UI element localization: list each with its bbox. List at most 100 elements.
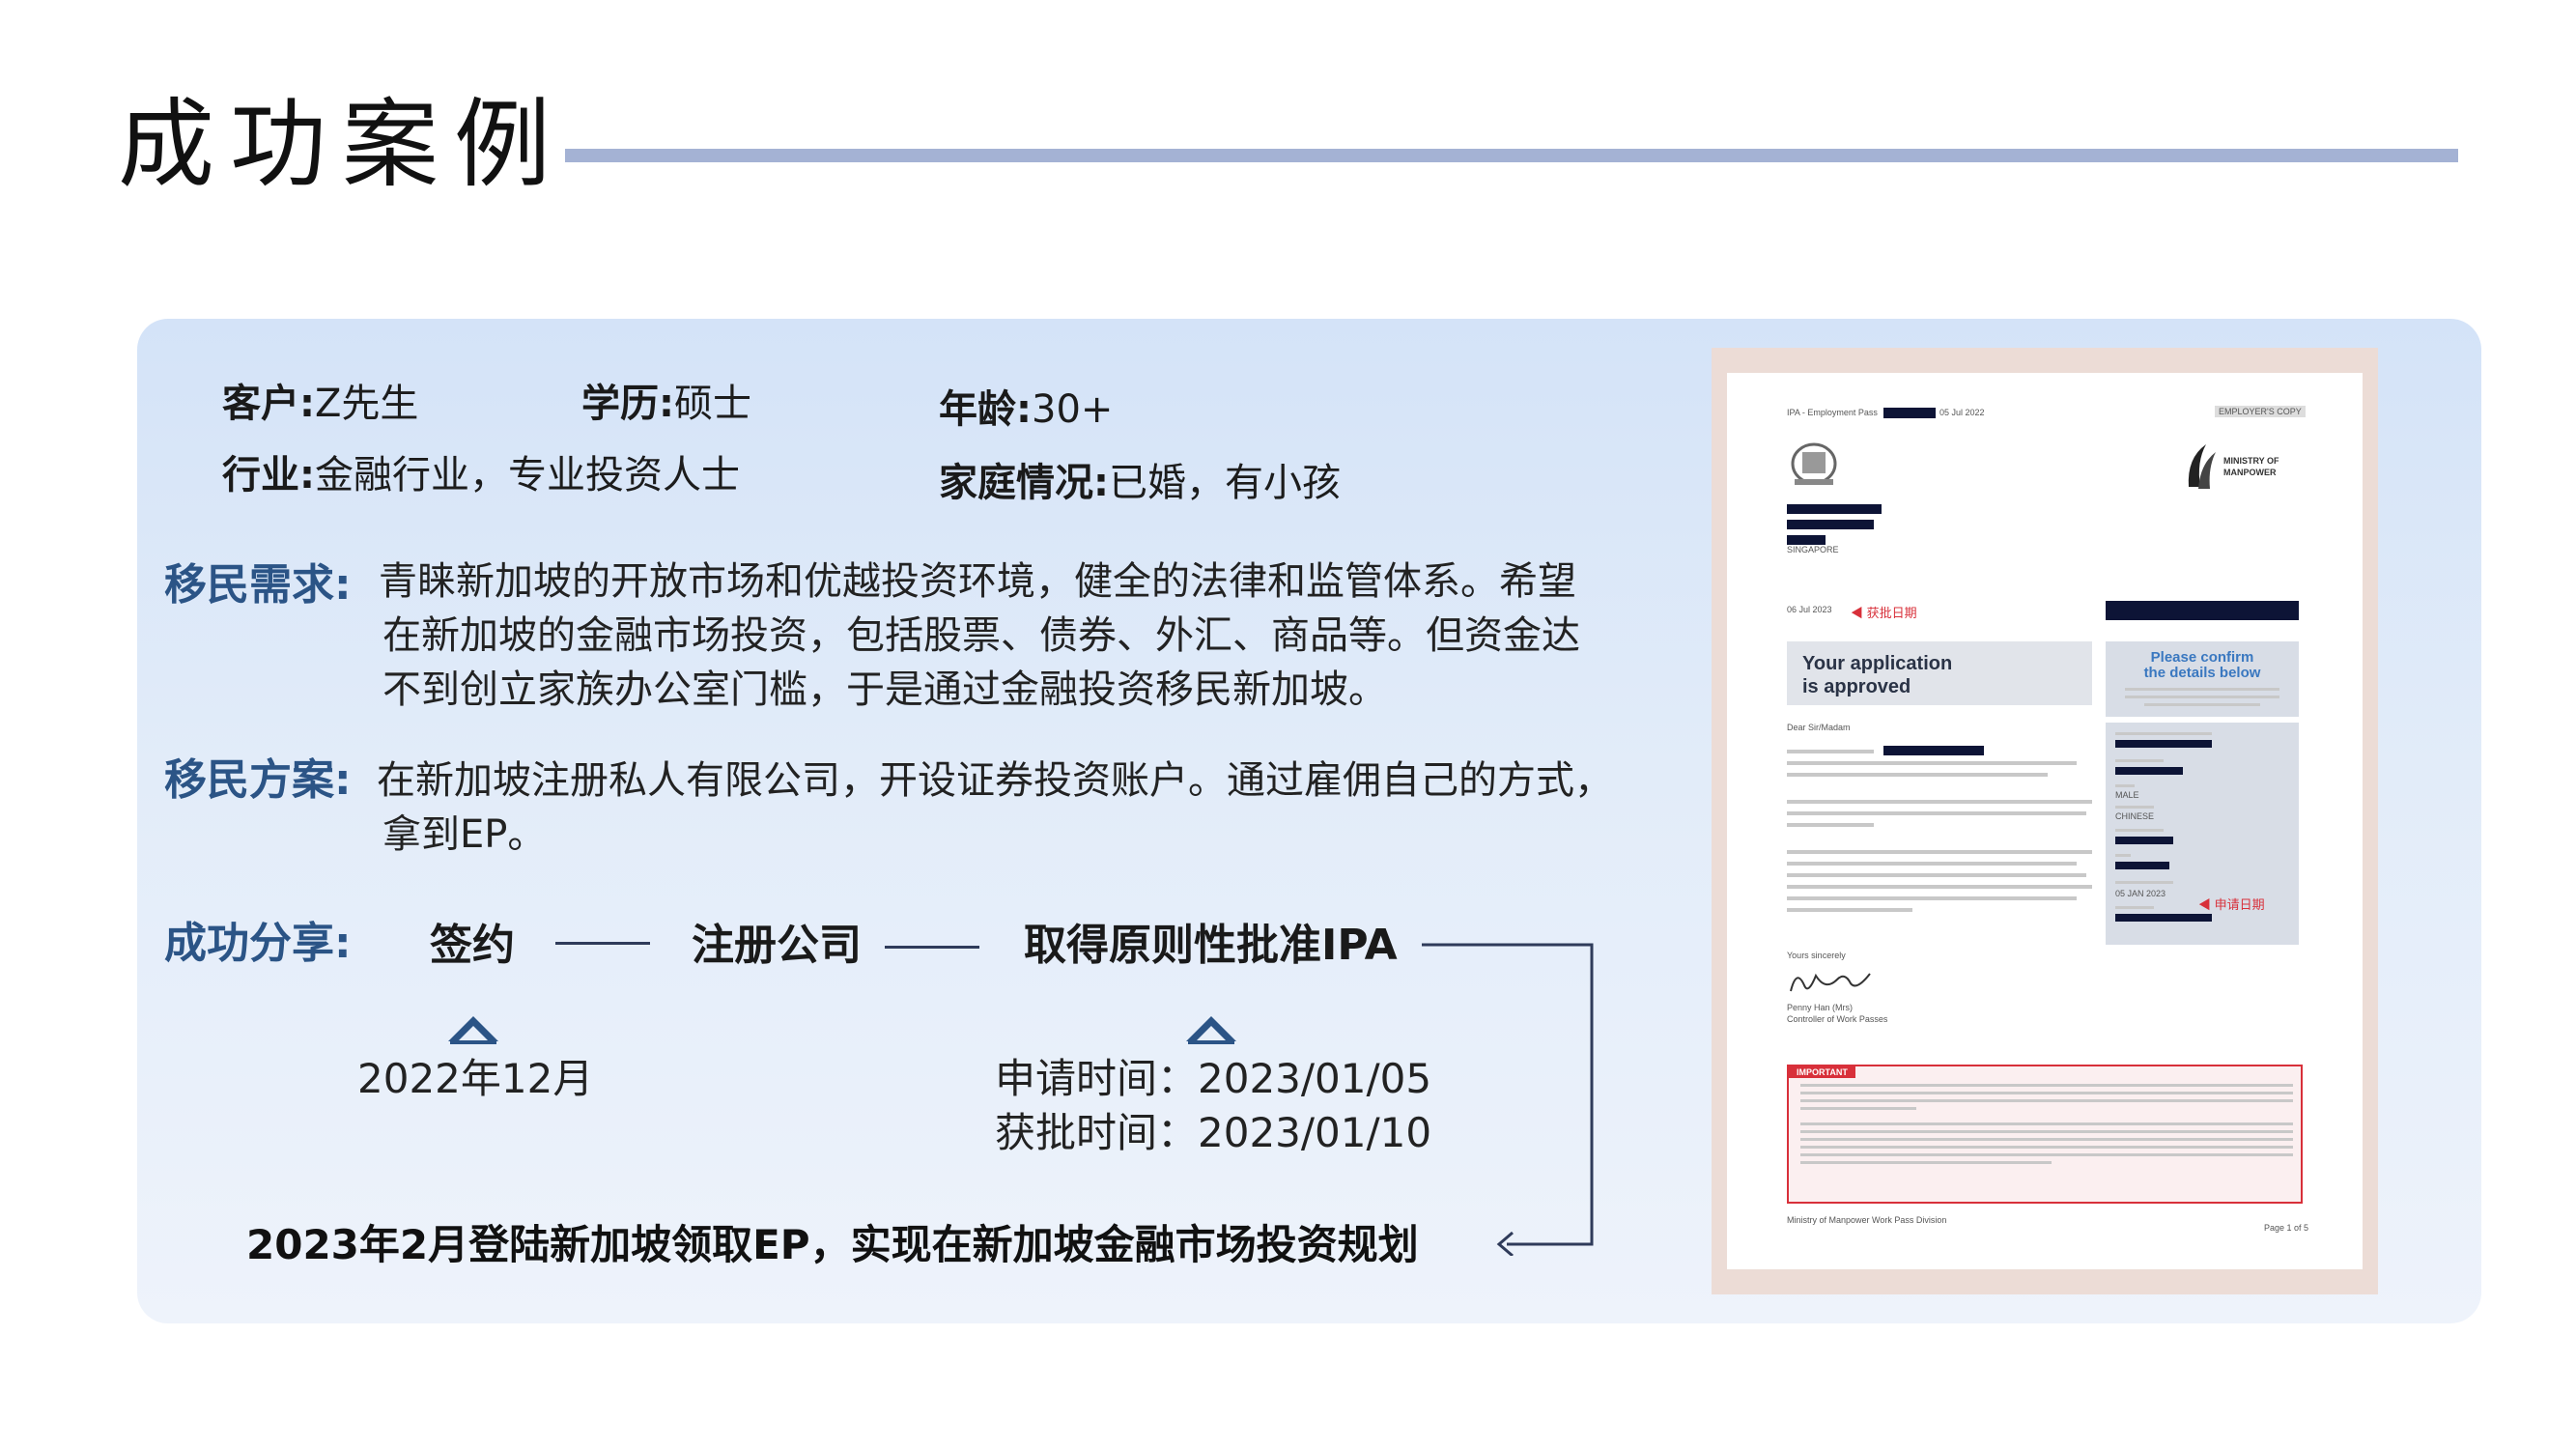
text-line (2115, 806, 2154, 809)
text-line (2125, 696, 2279, 698)
family-label: 家庭情况: (939, 461, 1109, 505)
copy-tag: EMPLOYER'S COPY (2215, 406, 2306, 417)
doc-footer-right: Page 1 of 5 (2264, 1223, 2309, 1233)
doc-header-text: IPA - Employment Pass (1787, 408, 1878, 417)
plan-line: 拿到EP。 (382, 812, 547, 857)
customer-label: 客户: (222, 382, 315, 426)
signature-icon (1790, 973, 1871, 992)
family-field: 家庭情况:已婚，有小孩 (939, 464, 1341, 502)
nationality-value: CHINESE (2115, 811, 2155, 821)
doc-header-date: 05 Jul 2022 (1939, 408, 1985, 417)
ministry-line1: MINISTRY OF (2223, 456, 2279, 466)
text-line (1800, 1138, 2293, 1141)
age-field: 年龄:30+ (939, 390, 1113, 429)
age-label: 年龄: (939, 387, 1032, 432)
ministry-line2: MANPOWER (2223, 468, 2277, 477)
text-line (1787, 850, 2092, 854)
redaction-block (2115, 862, 2169, 869)
important-box: IMPORTANT (1787, 1065, 2303, 1204)
text-line (1787, 896, 2077, 900)
family-value: 已婚，有小孩 (1109, 461, 1341, 505)
flow-connector (555, 942, 650, 945)
text-line (1800, 1146, 2293, 1149)
redaction-block (2115, 914, 2212, 922)
text-line (2144, 703, 2260, 706)
customer-value: Z先生 (315, 382, 419, 426)
needs-line: 青睐新加坡的开放市场和优越投资环境，健全的法律和监管体系。希望 (379, 559, 1576, 604)
needs-line: 在新加坡的金融市场投资，包括股票、债券、外汇、商品等。但资金达 (382, 613, 1580, 658)
sex-value: MALE (2115, 790, 2139, 800)
annotation-approve-date: ◀ 获批日期 (1851, 606, 1917, 620)
mom-logo-icon (2188, 444, 2216, 489)
text-line (2125, 688, 2279, 691)
text-line (1800, 1092, 2293, 1094)
industry-label: 行业: (222, 453, 315, 497)
confirm-line-2: the details below (2143, 665, 2261, 681)
text-line (2115, 854, 2131, 857)
step-register: 注册公司 (692, 921, 862, 970)
text-line (1787, 750, 1874, 753)
plan-label: 移民方案: (164, 755, 352, 805)
page-title: 成功案例 (118, 88, 566, 201)
text-line (2115, 829, 2164, 832)
result-text: 2023年2月登陆新加坡领取EP，实现在新加坡金融市场投资规划 (246, 1221, 1419, 1268)
doc-country: SINGAPORE (1787, 545, 1839, 554)
approved-box: Your application is approved (1787, 641, 2092, 705)
education-value: 硕士 (674, 382, 751, 426)
plan-text: 在新加坡注册私人有限公司，开设证券投资账户。通过雇佣自己的方式， 拿到EP。 (377, 753, 1613, 862)
text-line (1800, 1099, 2293, 1102)
customer-field: 客户:Z先生 (222, 384, 418, 423)
text-line (2115, 906, 2154, 909)
doc-signatory-title: Controller of Work Passes (1787, 1014, 1888, 1024)
ipa-letter-image: IPA - Employment Pass 05 Jul 2022 EMPLOY… (1727, 373, 2363, 1269)
text-line (1787, 908, 1912, 912)
text-line (2115, 732, 2212, 735)
annotation-apply-date-text: 申请日期 (2214, 897, 2265, 912)
education-label: 学历: (581, 382, 674, 426)
industry-value: 金融行业，专业投资人士 (315, 453, 740, 497)
approve-time: 获批时间：2023/01/10 (995, 1109, 1432, 1156)
text-line (2115, 759, 2164, 762)
redaction-block (2115, 767, 2183, 775)
text-line (1787, 823, 1874, 827)
needs-text: 青睐新加坡的开放市场和优越投资环境，健全的法律和监管体系。希望 在新加坡的金融市… (379, 554, 1580, 717)
text-line (2115, 881, 2173, 884)
redaction-block (1787, 504, 1882, 514)
success-label: 成功分享: (164, 919, 352, 968)
text-line (1787, 811, 2086, 815)
doc-closing: Yours sincerely (1787, 951, 1846, 960)
redaction-block (2115, 740, 2212, 748)
text-line (1787, 885, 2092, 889)
text-line (1787, 761, 2077, 765)
text-line (1800, 1084, 2293, 1087)
confirm-line-1: Please confirm (2150, 649, 2254, 666)
plan-line: 在新加坡注册私人有限公司，开设证券投资账户。通过雇佣自己的方式， (377, 758, 1613, 803)
industry-field: 行业:金融行业，专业投资人士 (222, 456, 740, 495)
confirm-box: Please confirm the details below (2106, 641, 2299, 717)
text-line (1800, 1107, 1916, 1110)
education-field: 学历:硕士 (581, 384, 751, 423)
doc-signatory: Penny Han (Mrs) (1787, 1003, 1854, 1012)
chevron-up-icon (448, 1016, 498, 1044)
crest-icon (1791, 442, 1837, 485)
flow-connector (885, 946, 979, 949)
redaction-block (1883, 746, 1984, 755)
text-line (1787, 873, 2086, 877)
title-rule (565, 149, 2458, 162)
step-sign: 签约 (430, 921, 515, 970)
chevron-up-icon (1186, 1016, 1236, 1044)
age-value: 30+ (1032, 387, 1114, 432)
text-line (1787, 800, 2092, 804)
important-tag: IMPORTANT (1789, 1066, 1855, 1078)
needs-line: 不到创立家族办公室门槛，于是通过金融投资移民新加坡。 (382, 668, 1387, 712)
doc-issue-date: 06 Jul 2023 (1787, 605, 1832, 614)
apply-time: 申请时间：2023/01/05 (995, 1055, 1432, 1102)
step-ipa: 取得原则性批准IPA (1024, 921, 1398, 970)
redaction-block (2115, 837, 2173, 844)
redaction-block (1787, 520, 1874, 529)
redaction-block (2106, 601, 2299, 620)
annotation-apply-date: ◀ 申请日期 (2198, 897, 2265, 912)
redaction-block (1787, 535, 1826, 545)
annotation-approve-date-text: 获批日期 (1866, 606, 1917, 620)
text-line (2115, 784, 2135, 787)
